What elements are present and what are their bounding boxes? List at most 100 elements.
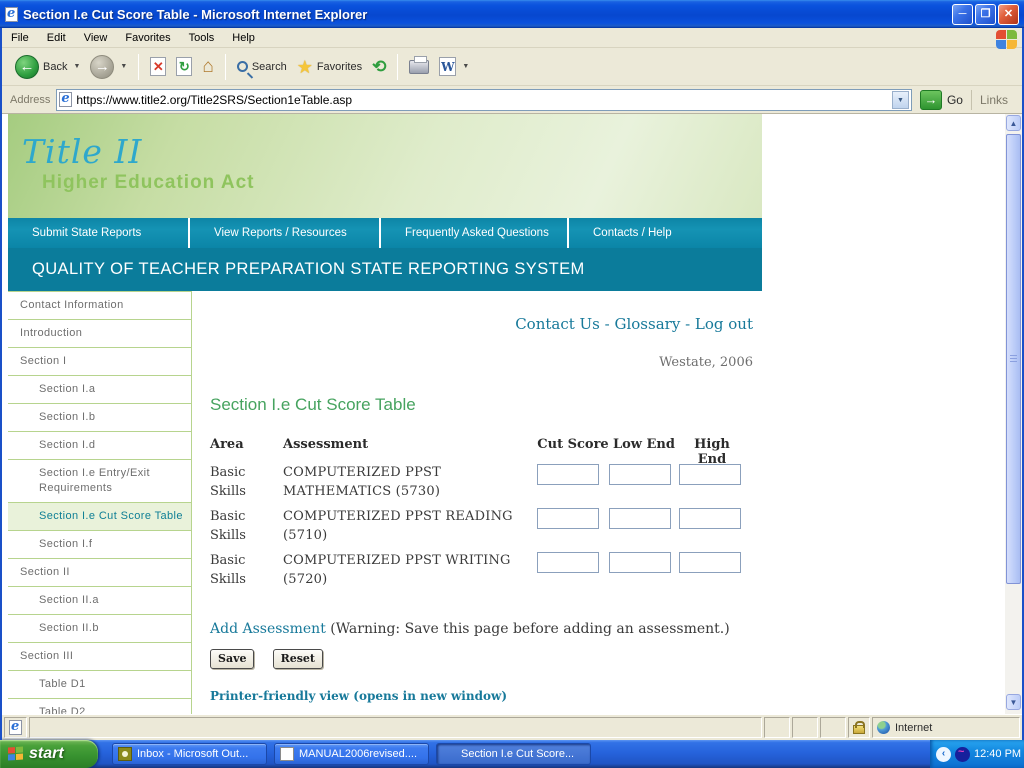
sidebar-item[interactable]: Section II bbox=[8, 559, 191, 587]
scrollbar-grip bbox=[1010, 355, 1017, 363]
stop-button[interactable]: ✕ bbox=[145, 55, 171, 78]
low-end-input[interactable] bbox=[609, 551, 671, 573]
minimize-button[interactable]: ─ bbox=[952, 3, 973, 25]
restore-button[interactable]: ❐ bbox=[975, 3, 996, 25]
home-icon: ⌂ bbox=[202, 55, 214, 77]
menu-item[interactable]: Favorites bbox=[116, 29, 179, 47]
nav-tab[interactable]: Submit State Reports bbox=[8, 218, 190, 248]
nav-tab[interactable]: View Reports / Resources bbox=[190, 218, 381, 248]
low-end-input[interactable] bbox=[609, 463, 671, 485]
high-end-input[interactable] bbox=[679, 507, 741, 529]
close-button[interactable]: ✕ bbox=[998, 3, 1019, 25]
site-nav: Submit State Reports View Reports / Resou… bbox=[8, 218, 762, 248]
word-dropdown-icon[interactable]: ▼ bbox=[462, 63, 469, 70]
windows-flag-icon bbox=[8, 746, 24, 761]
site-logo-title: Title II bbox=[22, 132, 143, 171]
sidebar-item[interactable]: Table D1 bbox=[8, 671, 191, 699]
back-dropdown-icon[interactable]: ▼ bbox=[73, 63, 80, 70]
scrollbar-thumb[interactable] bbox=[1006, 134, 1021, 584]
sidebar-item[interactable]: Section I.e Cut Score Table bbox=[8, 503, 191, 531]
address-dropdown-icon[interactable]: ▼ bbox=[891, 90, 909, 109]
clock: 12:40 PM bbox=[974, 748, 1022, 760]
sidebar-item[interactable]: Contact Information bbox=[8, 292, 191, 320]
account-link[interactable]: Glossary bbox=[615, 315, 695, 333]
sidebar-item[interactable]: Introduction bbox=[8, 320, 191, 348]
task-app-icon bbox=[118, 747, 132, 761]
tray-collapse-icon[interactable]: ‹ bbox=[936, 746, 951, 762]
assessment-cell: COMPUTERIZED PPST READING (5710) bbox=[283, 509, 513, 543]
back-button[interactable]: ← Back ▼ bbox=[10, 53, 85, 81]
form-buttons: Save Reset bbox=[210, 647, 336, 669]
menu-item[interactable]: Tools bbox=[180, 29, 224, 47]
forward-button[interactable]: → ▼ bbox=[85, 53, 132, 81]
account-links: Contact UsGlossaryLog out bbox=[515, 315, 753, 333]
save-button[interactable]: Save bbox=[210, 649, 255, 669]
sidebar-item[interactable]: Section I.f bbox=[8, 531, 191, 559]
sidebar-item[interactable]: Table D2 bbox=[8, 699, 191, 714]
network-tray-icon[interactable] bbox=[955, 746, 970, 762]
back-icon: ← bbox=[15, 54, 39, 79]
status-pane bbox=[764, 717, 790, 738]
scroll-down-icon[interactable]: ▼ bbox=[1006, 694, 1021, 710]
toolbar-separator bbox=[224, 53, 226, 80]
sidebar-item[interactable]: Section I bbox=[8, 348, 191, 376]
sidebar-item[interactable]: Section II.a bbox=[8, 587, 191, 615]
address-input[interactable]: https://www.title2.org/Title2SRS/Section… bbox=[56, 88, 912, 111]
menu-bar: File Edit View Favorites Tools Help bbox=[2, 28, 1022, 48]
scroll-up-icon[interactable]: ▲ bbox=[1006, 115, 1021, 131]
sidebar-item[interactable]: Section II.b bbox=[8, 615, 191, 643]
go-arrow-icon: → bbox=[919, 89, 942, 110]
task-app-icon bbox=[280, 747, 294, 761]
account-link[interactable]: Log out bbox=[695, 315, 753, 333]
menu-item[interactable]: File bbox=[2, 29, 38, 47]
search-button[interactable]: Search bbox=[232, 59, 292, 75]
low-end-input[interactable] bbox=[609, 507, 671, 529]
task-app-icon bbox=[442, 747, 456, 761]
sidebar-item[interactable]: Section I.a bbox=[8, 376, 191, 404]
window-title: Section I.e Cut Score Table - Microsoft … bbox=[23, 6, 368, 22]
task-button[interactable]: MANUAL2006revised.... bbox=[274, 743, 429, 765]
menu-item[interactable]: Edit bbox=[38, 29, 75, 47]
menu-item[interactable]: Help bbox=[223, 29, 264, 47]
menu-item[interactable]: View bbox=[75, 29, 117, 47]
links-label[interactable]: Links bbox=[970, 89, 1018, 110]
sidebar-item[interactable]: Section III bbox=[8, 643, 191, 671]
sidebar-item[interactable]: Section I.b bbox=[8, 404, 191, 432]
ie-page-icon bbox=[59, 91, 73, 107]
cut-score-input[interactable] bbox=[537, 463, 599, 485]
favorites-star-icon: ★ bbox=[296, 56, 313, 77]
taskbar: start Inbox - Microsoft Out... MANUAL200… bbox=[0, 740, 1024, 768]
address-bar: Address https://www.title2.org/Title2SRS… bbox=[2, 86, 1022, 114]
forward-dropdown-icon[interactable]: ▼ bbox=[120, 63, 127, 70]
history-button[interactable]: ⟲ bbox=[367, 56, 391, 78]
add-assessment-link[interactable]: Add Assessment bbox=[210, 621, 326, 637]
print-button[interactable] bbox=[404, 55, 434, 76]
cut-score-input[interactable] bbox=[537, 551, 599, 573]
reset-button[interactable]: Reset bbox=[272, 649, 323, 669]
refresh-button[interactable]: ↻ bbox=[171, 55, 197, 78]
task-buttons: Inbox - Microsoft Out... MANUAL2006revis… bbox=[98, 743, 930, 765]
vertical-scrollbar[interactable]: ▲ ▼ bbox=[1005, 114, 1022, 714]
edit-with-word-button[interactable]: W ▼ bbox=[434, 55, 474, 78]
site-logo-subtitle: Higher Education Act bbox=[42, 172, 255, 193]
go-button[interactable]: → Go bbox=[919, 89, 963, 110]
home-button[interactable]: ⌂ bbox=[197, 55, 218, 79]
cut-score-input[interactable] bbox=[537, 507, 599, 529]
nav-tab[interactable]: Frequently Asked Questions bbox=[381, 218, 569, 248]
account-link[interactable]: Contact Us bbox=[515, 315, 614, 333]
favorites-button[interactable]: ★ Favorites bbox=[292, 56, 367, 78]
start-button[interactable]: start bbox=[0, 740, 98, 768]
high-end-input[interactable] bbox=[679, 463, 741, 485]
sidebar-item[interactable]: Section I.d bbox=[8, 432, 191, 460]
task-button[interactable]: Section I.e Cut Score... bbox=[436, 743, 591, 765]
history-icon: ⟲ bbox=[372, 56, 387, 76]
status-pane bbox=[792, 717, 818, 738]
sidebar-item[interactable]: Section I.e Entry/Exit Requirements bbox=[8, 460, 191, 503]
nav-tab[interactable]: Contacts / Help bbox=[569, 218, 762, 248]
task-button[interactable]: Inbox - Microsoft Out... bbox=[112, 743, 267, 765]
address-url[interactable]: https://www.title2.org/Title2SRS/Section… bbox=[76, 93, 888, 107]
high-end-input[interactable] bbox=[679, 551, 741, 573]
printer-friendly-link[interactable]: Printer-friendly view (opens in new wind… bbox=[210, 689, 507, 703]
table-header-row: Area Assessment Cut Score Low End High E… bbox=[210, 437, 758, 467]
status-pane bbox=[820, 717, 846, 738]
